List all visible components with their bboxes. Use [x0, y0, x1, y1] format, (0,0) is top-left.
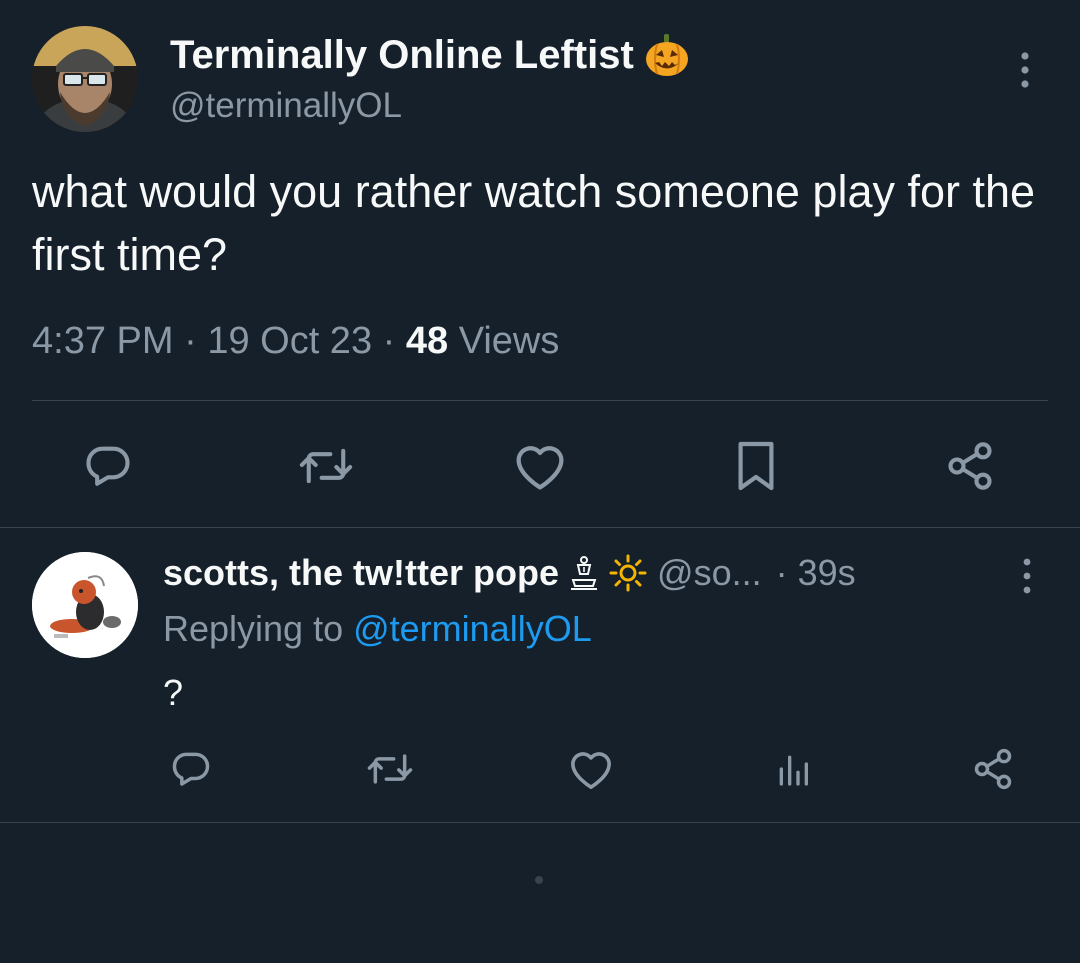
red-panda-avatar-image — [32, 552, 138, 658]
main-tweet: Terminally Online Leftist @terminallyOL … — [0, 0, 1080, 528]
views-count[interactable]: 48 — [406, 320, 448, 362]
retweet-icon — [299, 448, 353, 484]
reply-share-button[interactable] — [968, 744, 1018, 794]
reply-like-button[interactable] — [566, 744, 616, 794]
bar-chart-icon — [779, 755, 808, 786]
reply-more-options-icon[interactable] — [1012, 556, 1042, 596]
like-button[interactable] — [510, 438, 570, 494]
reply-author-handle[interactable]: @so... — [657, 552, 762, 594]
reply-author-avatar[interactable] — [32, 552, 138, 658]
more-options-icon[interactable] — [1010, 50, 1040, 90]
share-button[interactable] — [940, 438, 1000, 494]
reply-views-button[interactable] — [768, 744, 818, 794]
heart-icon — [571, 752, 611, 789]
reply-retweet-button[interactable] — [364, 744, 416, 794]
reply-header: scotts, the tw!tter pope @so... · 39s — [163, 552, 856, 594]
reply-reply-button[interactable] — [166, 744, 216, 794]
views-label[interactable]: Views — [448, 320, 560, 362]
reply-button[interactable] — [78, 438, 138, 494]
reply-divider — [0, 822, 1080, 823]
bookmark-button[interactable] — [726, 438, 786, 494]
tweet-meta: 4:37 PM · 19 Oct 23 · 48 Views — [32, 320, 559, 363]
author-handle[interactable]: @terminallyOL — [170, 86, 402, 126]
tweet-text: what would you rather watch someone play… — [32, 166, 1036, 280]
pope-figure-icon — [567, 554, 601, 592]
tweet-date[interactable]: 19 Oct 23 — [207, 320, 372, 362]
replying-to-line: Replying to @terminallyOL — [163, 608, 592, 650]
bearded-man-avatar-image — [32, 26, 138, 132]
meta-separator: · — [173, 320, 208, 362]
speech-bubble-icon — [86, 446, 130, 486]
retweet-icon — [367, 754, 413, 784]
replying-to-prefix: Replying to — [163, 608, 354, 649]
retweet-button[interactable] — [296, 438, 356, 494]
heart-icon — [516, 446, 564, 490]
author-display-name-row[interactable]: Terminally Online Leftist — [170, 32, 690, 78]
share-icon — [974, 748, 1012, 790]
jack-o-lantern-icon — [644, 32, 690, 78]
reply-text: ? — [163, 672, 184, 713]
author-avatar[interactable] — [32, 26, 138, 132]
tweet-time[interactable]: 4:37 PM — [32, 320, 174, 362]
bookmark-icon — [738, 441, 774, 491]
tweet-divider — [0, 527, 1080, 528]
author-display-name[interactable]: Terminally Online Leftist — [170, 33, 634, 78]
reply-time[interactable]: · 39s — [776, 552, 856, 594]
meta-separator: · — [372, 320, 406, 362]
loading-dot-indicator — [535, 876, 543, 884]
sun-icon — [609, 554, 647, 592]
share-icon — [948, 442, 992, 490]
reply-author-display-name[interactable]: scotts, the tw!tter pope — [163, 552, 559, 594]
meta-divider — [32, 400, 1048, 401]
replying-to-mention[interactable]: @terminallyOL — [353, 608, 592, 649]
speech-bubble-icon — [172, 752, 210, 786]
